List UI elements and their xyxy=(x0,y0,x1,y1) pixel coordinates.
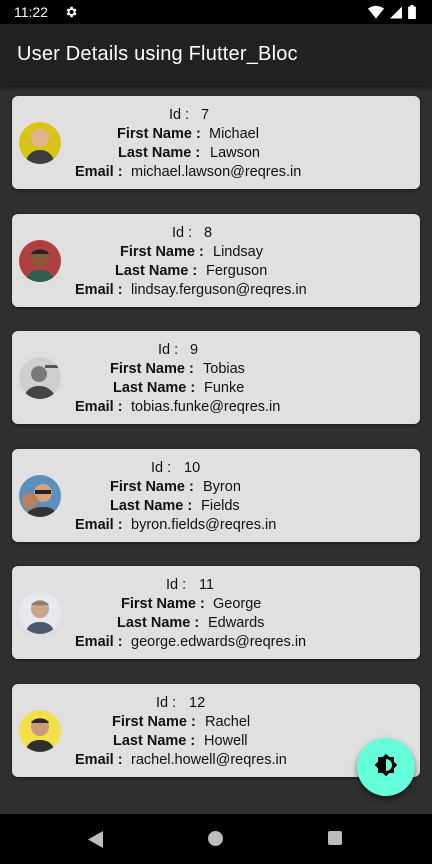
first-name-line: First Name : Rachel xyxy=(12,713,420,732)
id-label: Id : xyxy=(156,695,177,711)
id-label: Id : xyxy=(166,577,187,593)
email-value: tobias.funke@reqres.in xyxy=(131,399,281,415)
last-name-value: Ferguson xyxy=(206,263,268,279)
user-card[interactable]: Id : 10 First Name : Byron Last Name : Fiel… xyxy=(12,449,420,542)
id-label: Id : xyxy=(151,460,172,476)
last-name-line: Last Name : Lawson xyxy=(12,144,420,163)
id-line: Id : 11 xyxy=(12,576,420,595)
email-label: Email : xyxy=(75,517,123,533)
last-name-label: Last Name : xyxy=(117,615,200,631)
id-label: Id : xyxy=(158,342,179,358)
email-label: Email : xyxy=(75,634,123,650)
id-line: Id : 8 xyxy=(12,224,420,243)
cell-signal-icon xyxy=(390,6,402,24)
email-value: lindsay.ferguson@reqres.in xyxy=(131,282,307,298)
last-name-line: Last Name : Ferguson xyxy=(12,262,420,281)
first-name-label: First Name : xyxy=(120,244,204,260)
first-name-value: Lindsay xyxy=(213,244,263,260)
id-value: 7 xyxy=(201,107,210,123)
status-time: 11:22 xyxy=(14,4,48,20)
first-name-line: First Name : Lindsay xyxy=(12,243,420,262)
user-card[interactable]: Id : 9 First Name : Tobias Last Name : Funk… xyxy=(12,331,420,424)
last-name-value: Fields xyxy=(201,498,240,514)
first-name-label: First Name : xyxy=(121,596,205,612)
user-card[interactable]: Id : 11 First Name : George Last Name : Edw… xyxy=(12,566,420,659)
email-value: byron.fields@reqres.in xyxy=(131,517,277,533)
first-name-line: First Name : George xyxy=(12,595,420,614)
id-line: Id : 7 xyxy=(12,106,420,125)
last-name-line: Last Name : Fields xyxy=(12,497,420,516)
page-title: User Details using Flutter_Bloc xyxy=(17,43,298,65)
email-label: Email : xyxy=(75,282,123,298)
email-label: Email : xyxy=(75,164,123,180)
email-line: Email : lindsay.ferguson@reqres.in xyxy=(12,281,420,300)
last-name-label: Last Name : xyxy=(113,380,196,396)
status-bar: 11:22 xyxy=(0,0,432,24)
last-name-line: Last Name : Funke xyxy=(12,379,420,398)
id-value: 9 xyxy=(190,342,199,358)
last-name-line: Last Name : Edwards xyxy=(12,614,420,633)
id-value: 12 xyxy=(189,695,206,711)
email-line: Email : george.edwards@reqres.in xyxy=(12,633,420,652)
user-card[interactable]: Id : 7 First Name : Michael Last Name : Law… xyxy=(12,96,420,189)
user-card[interactable]: Id : 8 First Name : Lindsay Last Name : Fer… xyxy=(12,214,420,307)
email-label: Email : xyxy=(75,752,123,768)
first-name-line: First Name : Byron xyxy=(12,478,420,497)
recent-apps-icon[interactable] xyxy=(328,831,342,845)
app-bar: User Details using Flutter_Bloc xyxy=(0,24,432,86)
back-icon[interactable] xyxy=(88,831,104,853)
brightness-icon xyxy=(374,753,398,782)
battery-icon xyxy=(408,5,416,24)
email-line: Email : michael.lawson@reqres.in xyxy=(12,163,420,182)
email-value: michael.lawson@reqres.in xyxy=(131,164,302,180)
last-name-label: Last Name : xyxy=(115,263,198,279)
home-icon[interactable] xyxy=(208,831,223,846)
email-value: george.edwards@reqres.in xyxy=(131,634,307,650)
last-name-value: Lawson xyxy=(210,145,260,161)
first-name-label: First Name : xyxy=(112,714,196,730)
id-value: 10 xyxy=(184,460,201,476)
email-label: Email : xyxy=(75,399,123,415)
first-name-line: First Name : Michael xyxy=(12,125,420,144)
id-value: 8 xyxy=(204,225,213,241)
id-label: Id : xyxy=(172,225,193,241)
last-name-label: Last Name : xyxy=(118,145,201,161)
first-name-label: First Name : xyxy=(117,126,201,142)
last-name-value: Funke xyxy=(204,380,245,396)
first-name-value: Michael xyxy=(209,126,259,142)
wifi-icon xyxy=(368,5,384,24)
last-name-value: Edwards xyxy=(208,615,265,631)
id-line: Id : 10 xyxy=(12,459,420,478)
last-name-label: Last Name : xyxy=(113,733,196,749)
last-name-line: Last Name : Howell xyxy=(12,732,420,751)
email-line: Email : tobias.funke@reqres.in xyxy=(12,398,420,417)
first-name-value: Tobias xyxy=(203,361,245,377)
id-value: 11 xyxy=(199,577,215,593)
first-name-label: First Name : xyxy=(110,479,194,495)
toggle-theme-button[interactable] xyxy=(357,738,415,796)
id-line: Id : 9 xyxy=(12,341,420,360)
first-name-value: Byron xyxy=(203,479,241,495)
email-line: Email : byron.fields@reqres.in xyxy=(12,516,420,535)
email-value: rachel.howell@reqres.in xyxy=(131,752,287,768)
last-name-value: Howell xyxy=(204,733,248,749)
first-name-line: First Name : Tobias xyxy=(12,360,420,379)
first-name-label: First Name : xyxy=(110,361,194,377)
settings-gear-icon xyxy=(64,5,78,24)
id-label: Id : xyxy=(169,107,190,123)
last-name-label: Last Name : xyxy=(110,498,193,514)
first-name-value: Rachel xyxy=(205,714,251,730)
id-line: Id : 12 xyxy=(12,694,420,713)
system-nav-bar xyxy=(0,814,432,864)
first-name-value: George xyxy=(213,596,262,612)
